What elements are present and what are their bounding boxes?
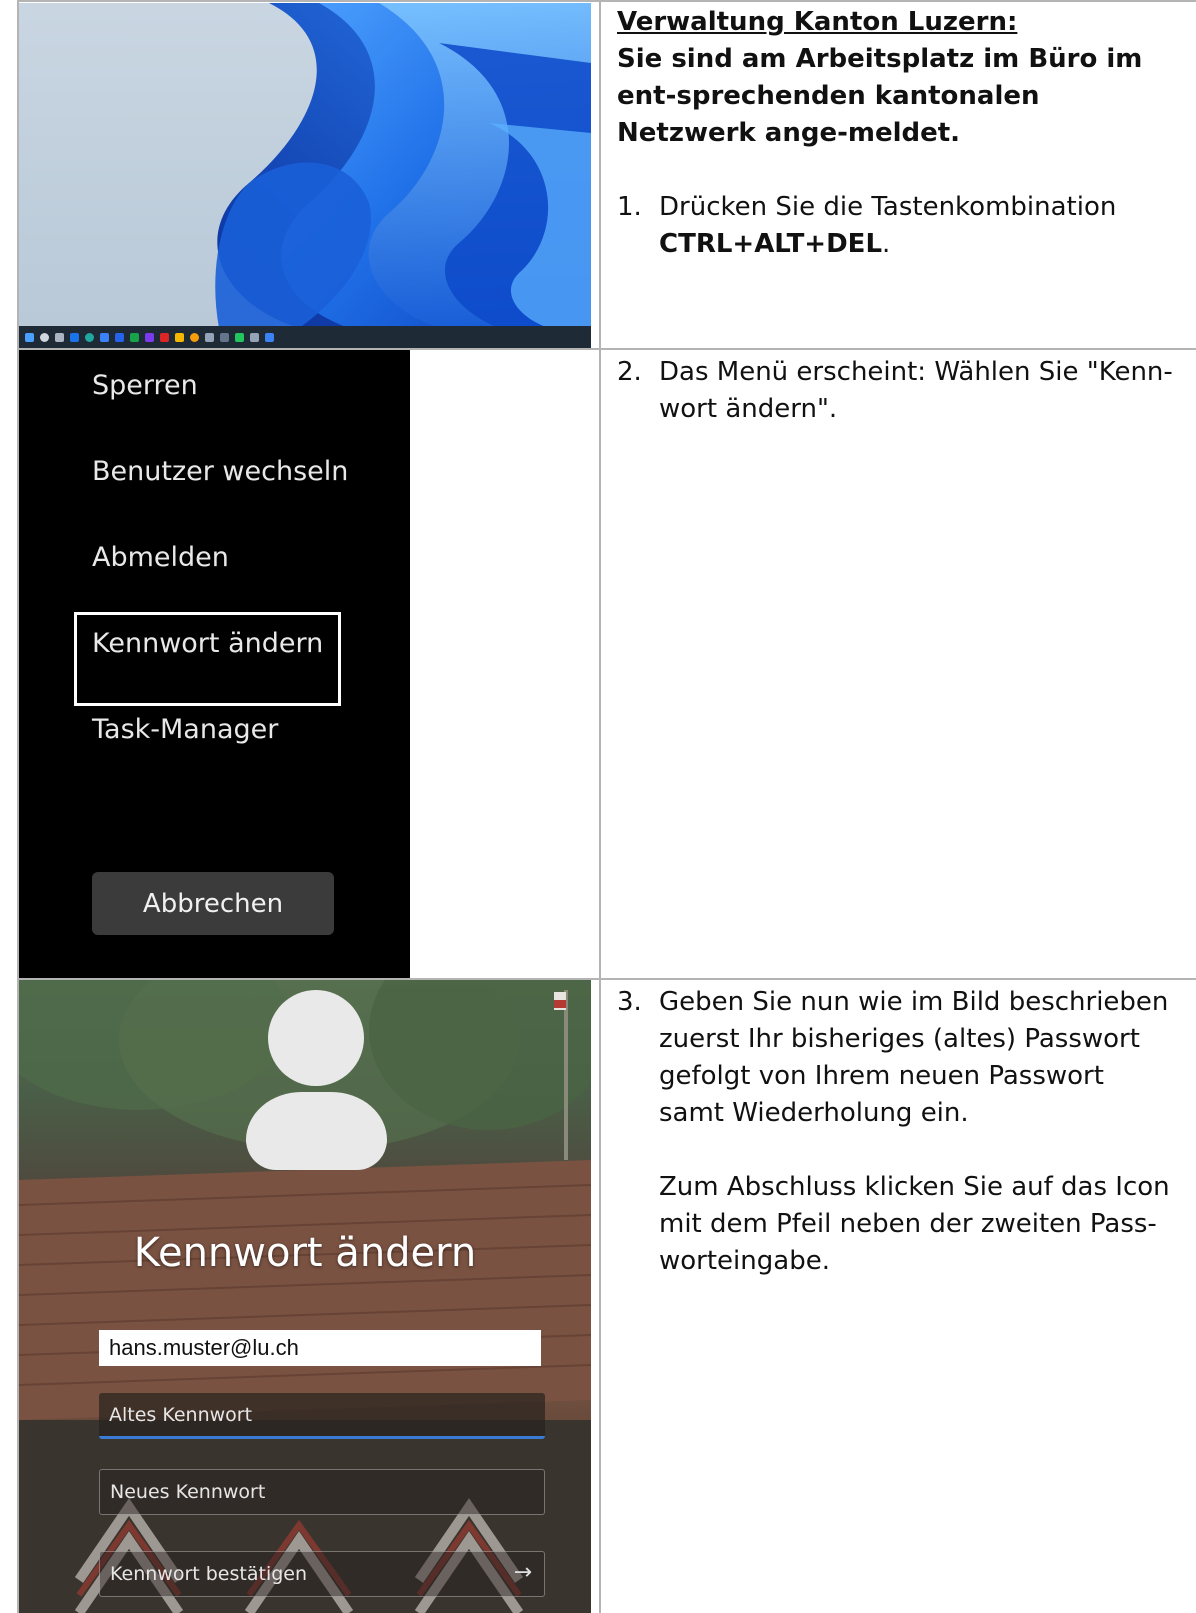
step-number: 2. <box>617 357 642 387</box>
step-text-2: Zum Abschluss klicken Sie auf das Icon m… <box>659 1172 1170 1276</box>
confirm-password-field[interactable]: Kennwort bestätigen → <box>99 1551 545 1597</box>
step-text: Das Menü erscheint: Wählen Sie "Kenn-wor… <box>659 357 1173 424</box>
dialog-title: Kennwort ändern <box>133 1230 477 1276</box>
cancel-button[interactable]: Abbrechen <box>92 872 334 935</box>
folder-icon[interactable] <box>175 332 184 342</box>
menu-item-sperren[interactable]: Sperren <box>92 370 198 401</box>
menu-item-kennwort-aendern[interactable]: Kennwort ändern <box>92 628 323 659</box>
taskview-icon[interactable] <box>55 332 64 342</box>
row1-text: Verwaltung Kanton Luzern: Sie sind am Ar… <box>617 4 1177 263</box>
app-icon[interactable] <box>145 332 154 342</box>
arrow-right-icon[interactable]: → <box>514 1560 532 1585</box>
step-2: 2. Das Menü erscheint: Wählen Sie "Kenn-… <box>617 354 1177 428</box>
app-icon[interactable] <box>160 332 169 342</box>
app-icon[interactable] <box>130 332 139 342</box>
search-icon[interactable] <box>40 332 49 342</box>
app-icon[interactable] <box>265 332 274 342</box>
step-text: Drücken Sie die Tastenkombination <box>659 192 1117 222</box>
app-icon[interactable] <box>205 332 214 342</box>
outlook-icon[interactable] <box>70 332 79 342</box>
intro-text: Sie sind am Arbeitsplatz im Büro im ent-… <box>617 44 1143 148</box>
user-avatar-body <box>246 1092 387 1170</box>
app-icon[interactable] <box>115 332 124 342</box>
windows-bloom-wallpaper <box>215 3 591 328</box>
app-icon[interactable] <box>235 332 244 342</box>
new-password-field[interactable]: Neues Kennwort <box>99 1469 545 1515</box>
chrome-icon[interactable] <box>190 332 199 342</box>
key-combination: CTRL+ALT+DEL <box>659 229 883 259</box>
app-icon[interactable] <box>220 332 229 342</box>
step-text: Geben Sie nun wie im Bild beschrieben zu… <box>659 987 1169 1128</box>
edge-icon[interactable] <box>85 332 94 342</box>
step-end: . <box>882 229 891 259</box>
start-icon[interactable] <box>25 332 34 342</box>
menu-item-task-manager[interactable]: Task-Manager <box>92 714 278 745</box>
menu-item-abmelden[interactable]: Abmelden <box>92 542 229 573</box>
change-password-screenshot: Kennwort ändern hans.muster@lu.ch Altes … <box>19 980 591 1613</box>
step-number: 1. <box>617 192 642 222</box>
old-password-placeholder: Altes Kennwort <box>109 1403 253 1426</box>
menu-item-benutzer-wechseln[interactable]: Benutzer wechseln <box>92 456 348 487</box>
heading: Verwaltung Kanton Luzern: <box>617 7 1018 37</box>
new-password-placeholder: Neues Kennwort <box>110 1481 266 1503</box>
row2-text: 2. Das Menü erscheint: Wählen Sie "Kenn-… <box>617 354 1177 428</box>
old-password-field[interactable]: Altes Kennwort <box>99 1393 545 1439</box>
username-field[interactable]: hans.muster@lu.ch <box>99 1330 541 1366</box>
step-1: 1. Drücken Sie die Tastenkombination CTR… <box>617 189 1177 263</box>
step-number: 3. <box>617 987 642 1017</box>
step-3: 3. Geben Sie nun wie im Bild beschrieben… <box>617 984 1177 1280</box>
table-border-top <box>17 0 1196 2</box>
app-icon[interactable] <box>250 332 259 342</box>
security-menu-screenshot: Sperren Benutzer wechseln Abmelden Kennw… <box>19 350 410 978</box>
desktop-screenshot <box>19 3 591 348</box>
row3-text: 3. Geben Sie nun wie im Bild beschrieben… <box>617 984 1177 1280</box>
user-avatar-head <box>268 990 364 1086</box>
table-border-middle <box>599 0 601 1613</box>
highlight-box <box>74 612 341 706</box>
taskbar <box>19 326 591 348</box>
confirm-password-placeholder: Kennwort bestätigen <box>110 1563 308 1585</box>
app-icon[interactable] <box>100 332 109 342</box>
